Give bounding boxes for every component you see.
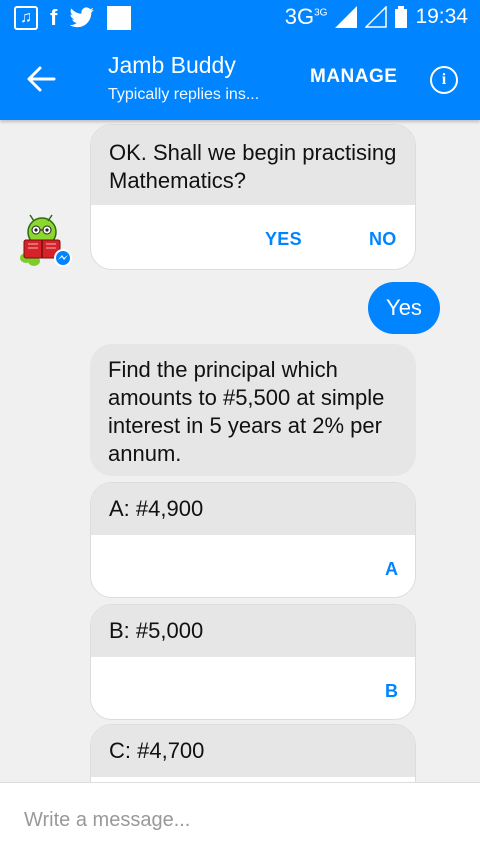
option-button-a[interactable]: A	[385, 559, 398, 580]
option-card-a: A: #4,900 A	[90, 482, 416, 598]
option-text-a: A: #4,900	[91, 483, 415, 535]
music-notification-icon: ♫	[14, 6, 38, 30]
quick-reply-no[interactable]: NO	[369, 229, 397, 250]
info-icon[interactable]: i	[430, 66, 458, 94]
option-button-b[interactable]: B	[385, 681, 398, 702]
back-arrow-icon[interactable]	[24, 62, 58, 96]
status-bar: ♫ f 3G3G 19:34	[0, 0, 480, 36]
quick-reply-yes[interactable]: YES	[265, 229, 302, 250]
chat-header: Jamb Buddy Typically replies ins... MANA…	[0, 36, 480, 120]
bot-question-bubble: Find the principal which amounts to #5,5…	[90, 344, 416, 476]
option-text-b: B: #5,000	[91, 605, 415, 657]
option-card-c: C: #4,700	[90, 724, 416, 782]
message-input[interactable]	[24, 803, 454, 837]
contact-status: Typically replies ins...	[108, 86, 260, 103]
quick-replies: YES NO	[91, 205, 415, 269]
message-list[interactable]: OK. Shall we begin practising Mathematic…	[0, 120, 480, 782]
clock: 19:34	[415, 5, 468, 28]
bot-message-text: OK. Shall we begin practising Mathematic…	[91, 125, 415, 205]
bot-message-card: OK. Shall we begin practising Mathematic…	[90, 124, 416, 270]
bot-avatar[interactable]	[16, 214, 72, 270]
signal-outline-icon	[365, 6, 388, 28]
notification-icon	[107, 6, 132, 30]
signal-icon	[335, 6, 358, 28]
option-text-c: C: #4,700	[91, 725, 415, 777]
facebook-notification-icon: f	[50, 5, 58, 30]
contact-name[interactable]: Jamb Buddy	[108, 52, 236, 79]
option-reply-area-b: B	[91, 657, 415, 719]
user-message-bubble: Yes	[368, 282, 440, 334]
twitter-notification-icon	[69, 7, 95, 29]
option-reply-area-a: A	[91, 535, 415, 597]
network-type: 3G3G	[284, 4, 328, 29]
manage-button[interactable]: MANAGE	[310, 66, 397, 88]
option-card-b: B: #5,000 B	[90, 604, 416, 720]
message-composer	[0, 782, 480, 854]
battery-icon	[395, 6, 408, 28]
